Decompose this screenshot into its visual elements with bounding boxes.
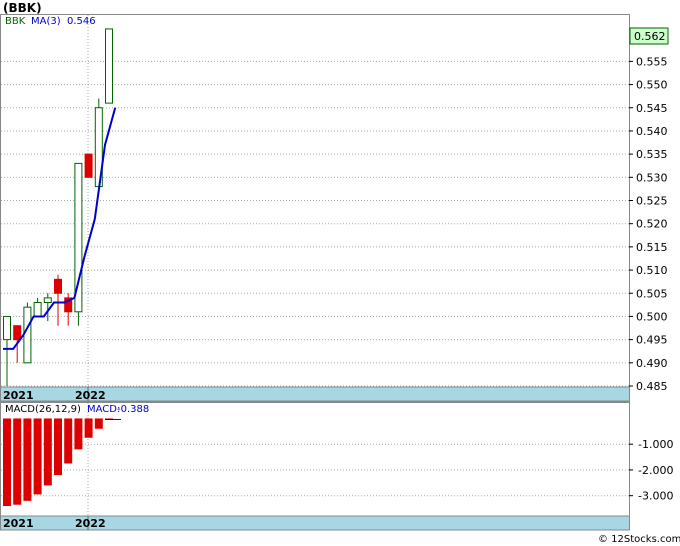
macd-value: -0.388 [117,404,149,415]
price-tick-label: 0.510 [636,264,668,277]
price-tick-label: 0.500 [636,310,668,323]
price-xlabel-2022: 2022 [75,389,106,402]
watermark: © 12Stocks.com [598,534,680,545]
price-tick-label: 0.525 [636,195,668,208]
macd-tick-label: -2.000 [638,464,673,477]
stock-chart: (BBK) 0.485 0.490 0.495 0.500 0.505 0.510 0.51… [0,1,680,545]
macd-bar [64,418,73,464]
macd-bar [54,418,62,476]
price-tick-label: 0.495 [636,334,668,347]
macd-bar [94,418,103,429]
macd-tick-label: -1.000 [638,438,673,451]
price-tick-label: 0.535 [636,148,668,161]
price-tick-label: 0.505 [636,287,668,300]
price-tick-label: 0.545 [636,102,668,115]
price-tick-label: 0.515 [636,241,668,254]
macd-bar [74,418,83,450]
legend-ma-label: MA(3) [31,16,61,27]
price-tick-label: 0.520 [636,218,668,231]
price-tick-label: 0.530 [636,171,668,184]
legend-symbol: BBK [5,16,26,27]
macd-bar [84,418,93,438]
macd-params: MACD(26,12,9) [5,404,81,415]
price-panel [0,14,630,402]
macd-bar [13,418,22,505]
candle-body [13,325,22,341]
candle-body [105,28,113,104]
macd-label: MACD: [87,404,120,415]
ticker-title: (BBK) [3,1,42,15]
macd-bar [43,418,52,486]
candle-body [43,297,52,304]
last-price-tag: 0.562 [634,30,666,43]
macd-bar [3,418,11,506]
candle-body [23,306,32,364]
macd-xlabel-2021: 2021 [3,517,34,530]
candle-body [3,315,11,341]
macd-bar [33,418,42,495]
macd-tick-label: -3.000 [638,490,673,503]
price-xlabel-2021: 2021 [3,389,34,402]
macd-bar [23,418,32,501]
price-tick-label: 0.550 [636,79,668,92]
macd-axis: -1.000 -2.000 -3.000 [629,438,673,503]
price-tick-label: 0.540 [636,125,668,138]
candle-body [84,153,93,178]
price-tick-label: 0.555 [636,55,668,68]
price-tick-label: 0.490 [636,357,668,370]
legend-ma-value: 0.546 [67,16,96,27]
candle-body [33,302,42,317]
candle-body [54,278,62,294]
macd-xlabel-2022: 2022 [75,517,106,530]
price-axis: 0.485 0.490 0.495 0.500 0.505 0.510 0.515 0.520… [629,55,668,393]
price-tick-label: 0.485 [636,380,668,393]
